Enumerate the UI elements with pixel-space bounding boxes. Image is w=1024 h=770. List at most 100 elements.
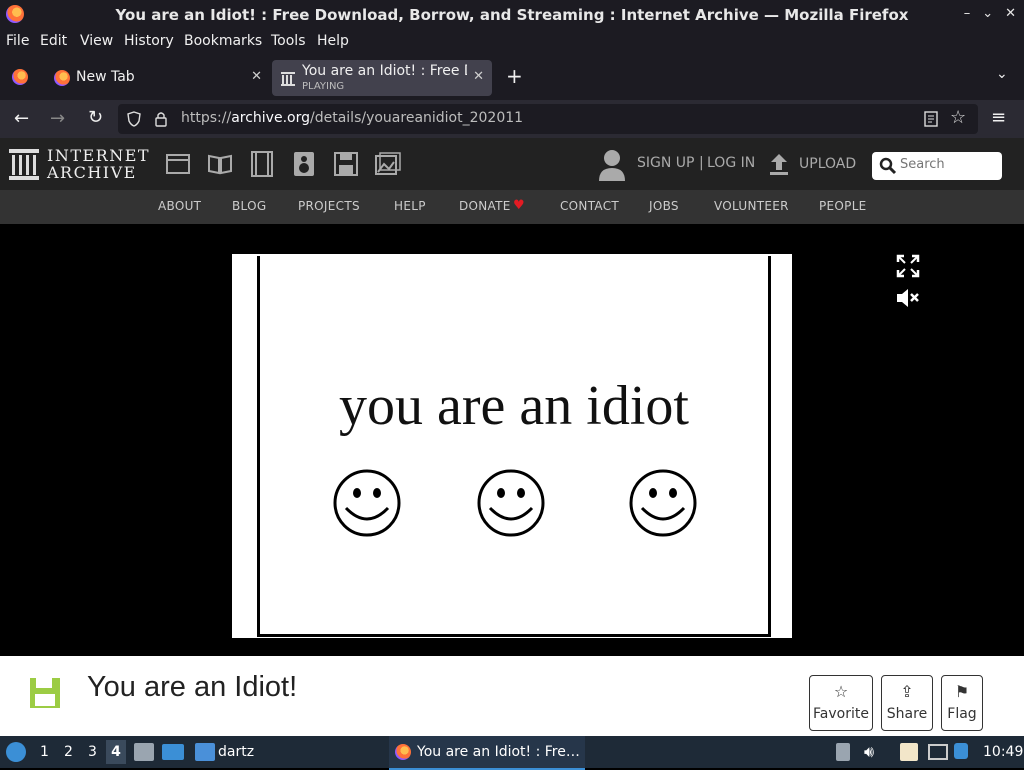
flag-icon: ⚑ <box>954 682 970 701</box>
workspace-4-active[interactable]: 4 <box>106 740 126 764</box>
lock-icon[interactable] <box>154 110 168 128</box>
list-tabs-chevron-icon[interactable]: ⌄ <box>996 66 1008 82</box>
folder-label[interactable]: dartz <box>218 744 254 760</box>
nav-contact[interactable]: CONTACT <box>560 199 619 213</box>
software-disk-icon <box>30 678 60 708</box>
images-icon[interactable] <box>375 152 401 176</box>
menu-file[interactable]: File <box>6 33 29 49</box>
mute-speaker-icon[interactable] <box>895 287 921 309</box>
menu-help[interactable]: Help <box>317 33 349 49</box>
tab-new-tab[interactable]: New Tab ✕ <box>44 60 270 96</box>
workspace-2[interactable]: 2 <box>64 744 73 760</box>
nav-donate[interactable]: DONATE <box>459 199 511 213</box>
close-window-button[interactable]: ✕ <box>1005 6 1016 21</box>
maximize-button[interactable]: ⌄ <box>982 6 993 21</box>
url-bar[interactable]: https://archive.org/details/youareanidio… <box>118 104 978 134</box>
reader-view-icon[interactable] <box>924 111 938 127</box>
user-avatar-icon[interactable] <box>598 149 626 181</box>
url-text[interactable]: https://archive.org/details/youareanidio… <box>181 110 523 126</box>
fullscreen-expand-icon[interactable] <box>896 254 920 278</box>
ia-logo-text[interactable]: INTERNET ARCHIVE <box>47 147 150 181</box>
video-frame[interactable]: you are an idiot <box>232 254 792 638</box>
nav-people[interactable]: PEOPLE <box>819 199 867 213</box>
donate-heart-icon[interactable]: ♥ <box>513 198 525 213</box>
signup-link[interactable]: SIGN UP <box>637 155 694 171</box>
notification-icon[interactable] <box>954 743 968 759</box>
system-taskbar: 1 2 3 4 dartz You are an Idiot! : Fre… 🔊… <box>0 736 1024 770</box>
share-button[interactable]: ⇪ Share <box>881 675 933 731</box>
video-film-icon[interactable] <box>250 151 274 177</box>
texts-book-icon[interactable] <box>207 153 233 175</box>
menu-bar: File Edit View History Bookmarks Tools H… <box>0 30 1024 54</box>
close-tab-icon[interactable]: ✕ <box>473 69 484 84</box>
upload-link[interactable]: UPLOAD <box>799 156 856 172</box>
minimize-button[interactable]: – <box>964 6 971 21</box>
tab-label: New Tab <box>76 69 135 85</box>
bookmark-star-icon[interactable]: ☆ <box>950 107 966 128</box>
smiley-face-icon <box>629 469 697 537</box>
nav-projects[interactable]: PROJECTS <box>298 199 360 213</box>
tab-favicon-icon <box>54 70 70 86</box>
audio-speaker-icon[interactable] <box>293 151 315 177</box>
workspace-3[interactable]: 3 <box>88 744 97 760</box>
workspace-1[interactable]: 1 <box>40 744 49 760</box>
search-input[interactable] <box>898 156 1000 173</box>
app-menu-hamburger-icon[interactable]: ≡ <box>991 107 1006 128</box>
smiley-face-icon <box>333 469 401 537</box>
close-tab-icon[interactable]: ✕ <box>251 69 262 84</box>
ia-logo-temple-icon[interactable] <box>9 149 39 181</box>
volume-icon[interactable]: 🔊︎ <box>864 742 874 762</box>
nav-help[interactable]: HELP <box>394 199 426 213</box>
file-manager-icon[interactable] <box>134 743 154 761</box>
menu-edit[interactable]: Edit <box>40 33 67 49</box>
tab-active[interactable]: You are an Idiot! : Free D PLAYING ✕ <box>272 60 492 96</box>
software-disk-icon[interactable] <box>334 152 358 176</box>
tab-bar: New Tab ✕ You are an Idiot! : Free D PLA… <box>0 54 1024 100</box>
login-link[interactable]: LOG IN <box>707 155 755 171</box>
share-icon: ⇪ <box>900 682 914 701</box>
archive-favicon-icon <box>281 72 295 86</box>
upload-icon[interactable] <box>768 152 790 176</box>
tracking-shield-icon[interactable] <box>126 111 142 127</box>
tab-playing-label: PLAYING <box>302 81 345 92</box>
nav-blog[interactable]: BLOG <box>232 199 266 213</box>
search-box[interactable] <box>872 152 1002 180</box>
favorite-button[interactable]: ☆ Favorite <box>809 675 873 731</box>
item-title: You are an Idiot! <box>87 671 298 703</box>
nav-jobs[interactable]: JOBS <box>649 199 679 213</box>
firefox-icon <box>395 744 411 760</box>
firefox-view-icon[interactable] <box>12 69 28 85</box>
tab-label: You are an Idiot! : Free D <box>302 63 467 79</box>
start-menu-icon[interactable] <box>6 742 26 762</box>
ia-header: INTERNET ARCHIVE SIGN UP | LOG IN UPLOAD <box>0 138 1024 190</box>
window-titlebar: You are an Idiot! : Free Download, Borro… <box>0 0 1024 30</box>
back-button[interactable]: ← <box>14 108 29 129</box>
new-tab-button[interactable]: + <box>506 64 523 88</box>
search-icon <box>879 157 897 175</box>
video-player[interactable]: you are an idiot <box>0 224 1024 656</box>
item-details: You are an Idiot! ☆ Favorite ⇪ Share ⚑ F… <box>0 656 1024 736</box>
desktop-icon[interactable] <box>162 744 184 760</box>
signup-login-separator: | <box>699 155 704 171</box>
ia-subnav: ABOUT BLOG PROJECTS HELP DONATE ♥ CONTAC… <box>0 190 1024 224</box>
video-caption-text: you are an idiot <box>339 375 689 437</box>
network-icon[interactable] <box>928 744 948 760</box>
taskbar-window-button[interactable]: You are an Idiot! : Fre… <box>389 736 585 770</box>
video-content: you are an idiot <box>257 256 771 637</box>
nav-volunteer[interactable]: VOLUNTEER <box>714 199 789 213</box>
clipboard-icon[interactable] <box>836 743 850 761</box>
flag-button[interactable]: ⚑ Flag <box>941 675 983 731</box>
notes-icon[interactable] <box>900 743 918 761</box>
clock: 10:49 <box>983 744 1024 760</box>
star-icon: ☆ <box>833 682 849 701</box>
web-archive-icon[interactable] <box>166 153 190 175</box>
folder-icon[interactable] <box>195 743 215 761</box>
forward-button[interactable]: → <box>50 108 65 129</box>
menu-view[interactable]: View <box>80 33 113 49</box>
nav-about[interactable]: ABOUT <box>158 199 201 213</box>
menu-tools[interactable]: Tools <box>271 33 306 49</box>
reload-button[interactable]: ↻ <box>88 107 103 128</box>
navigation-toolbar: ← → ↻ https://archive.org/details/youare… <box>0 100 1024 138</box>
menu-history[interactable]: History <box>124 33 174 49</box>
menu-bookmarks[interactable]: Bookmarks <box>184 33 262 49</box>
